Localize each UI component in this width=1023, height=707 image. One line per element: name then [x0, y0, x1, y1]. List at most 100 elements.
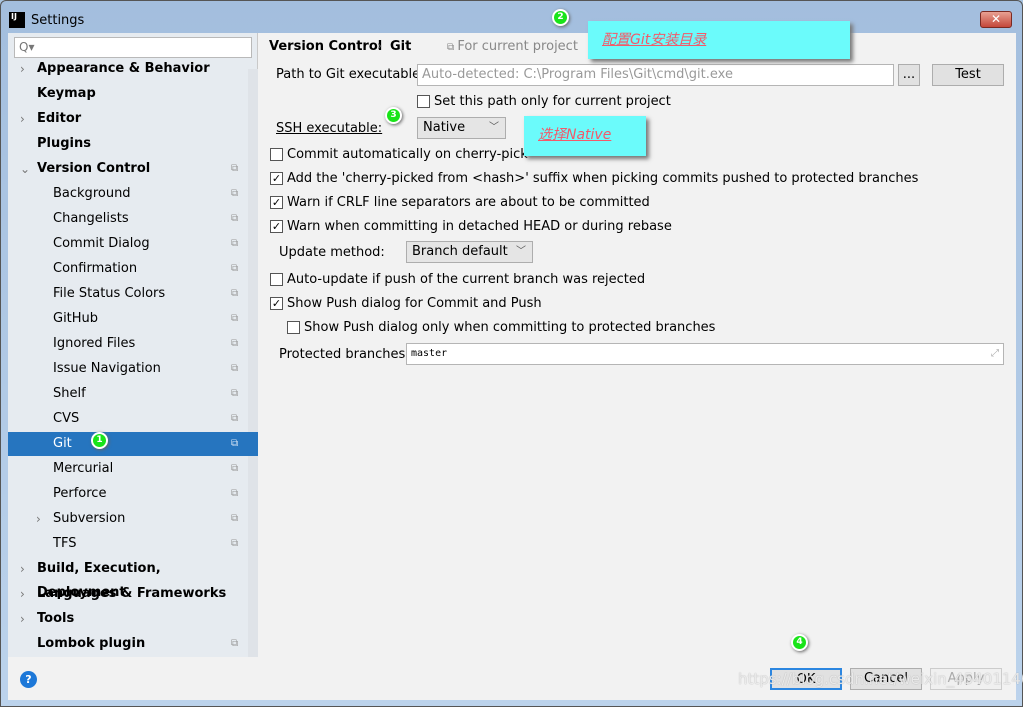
option-checkbox[interactable]: [270, 148, 283, 161]
chevron-right-icon[interactable]: ›: [20, 582, 25, 606]
sidebar-item-label: TFS: [53, 536, 77, 551]
breadcrumb-separator: ›: [377, 39, 383, 54]
sidebar-item-languages-frameworks[interactable]: › Languages & Frameworks: [8, 582, 248, 606]
sidebar-item-github[interactable]: GitHub ⧉: [8, 307, 248, 331]
option-label: Warn when committing in detached HEAD or…: [287, 219, 672, 234]
chevron-right-icon[interactable]: ›: [20, 557, 25, 581]
sidebar-item-label: Commit Dialog: [53, 236, 150, 251]
project-scope-icon: ⧉: [231, 313, 239, 324]
sidebar-item-commit-dialog[interactable]: Commit Dialog ⧉: [8, 232, 248, 256]
option-checkbox[interactable]: [270, 273, 283, 286]
scope-label: ⧉ For current project: [447, 39, 578, 54]
breadcrumb-current: Git: [390, 39, 412, 54]
settings-search-input[interactable]: Q▾: [14, 37, 252, 58]
git-path-input[interactable]: Auto-detected: C:\Program Files\Git\cmd\…: [417, 64, 894, 86]
project-scope-icon: ⧉: [231, 163, 239, 174]
sidebar-item-label: Confirmation: [53, 261, 138, 276]
option-checkbox[interactable]: ✓: [270, 196, 283, 209]
dialog-body: Q▾ › Appearance & Behavior Keymap › Editor Pl…: [8, 33, 1016, 700]
project-scope-icon: ⧉: [231, 363, 239, 374]
project-scope-icon: ⧉: [231, 338, 239, 349]
option-label: Show Push dialog for Commit and Push: [287, 296, 542, 311]
set-path-only-checkbox[interactable]: [417, 95, 430, 108]
intellij-logo: IJ: [9, 12, 25, 28]
close-button[interactable]: ✕: [980, 11, 1012, 28]
option-checkbox[interactable]: [287, 321, 300, 334]
chevron-right-icon[interactable]: ›: [20, 107, 25, 131]
sidebar-item-mercurial[interactable]: Mercurial ⧉: [8, 457, 248, 481]
sidebar-item-perforce[interactable]: Perforce ⧉: [8, 482, 248, 506]
sidebar-item-background[interactable]: Background ⧉: [8, 182, 248, 206]
chevron-right-icon[interactable]: ›: [20, 57, 25, 81]
option-label: Show Push dialog only when committing to…: [304, 320, 716, 335]
sidebar-item-version-control[interactable]: ⌄ Version Control ⧉: [8, 157, 248, 181]
sidebar-item-label: Shelf: [53, 386, 86, 401]
project-scope-icon: ⧉: [231, 413, 239, 424]
sidebar-item-label: Ignored Files: [53, 336, 136, 351]
test-button[interactable]: Test: [932, 64, 1004, 86]
option-checkbox[interactable]: ✓: [270, 220, 283, 233]
sidebar-item-keymap[interactable]: Keymap: [8, 82, 248, 106]
sidebar-item-label: Subversion: [53, 511, 126, 526]
project-scope-icon: ⧉: [231, 463, 239, 474]
sidebar-item-label: Git: [53, 436, 72, 451]
step-badge-3: 3: [385, 107, 402, 124]
expand-icon[interactable]: ⤢: [991, 344, 999, 364]
ssh-executable-select[interactable]: Native ﹀: [417, 117, 506, 139]
breadcrumb-parent[interactable]: Version Control: [269, 39, 382, 54]
protected-branches-input[interactable]: master ⤢: [406, 343, 1004, 365]
window-title: Settings: [31, 12, 85, 28]
sidebar-item-label: Perforce: [53, 486, 107, 501]
sidebar-item-changelists[interactable]: Changelists ⧉: [8, 207, 248, 231]
sidebar-item-shelf[interactable]: Shelf ⧉: [8, 382, 248, 406]
copy-icon: ⧉: [447, 42, 458, 53]
sidebar-item-subversion[interactable]: › Subversion ⧉: [8, 507, 248, 531]
protected-branches-label: Protected branches:: [279, 347, 410, 362]
project-scope-icon: ⧉: [231, 238, 239, 249]
settings-sidebar: Q▾ › Appearance & Behavior Keymap › Editor Pl…: [8, 33, 258, 657]
sidebar-item-confirmation[interactable]: Confirmation ⧉: [8, 257, 248, 281]
sidebar-item-git[interactable]: Git ⧉: [8, 432, 258, 456]
sidebar-item-plugins[interactable]: Plugins: [8, 132, 248, 156]
chevron-down-icon: ﹀: [516, 246, 526, 257]
sidebar-item-appearance-behavior[interactable]: › Appearance & Behavior: [8, 57, 248, 81]
option-checkbox[interactable]: ✓: [270, 172, 283, 185]
help-button[interactable]: ?: [20, 671, 37, 688]
option-checkbox[interactable]: ✓: [270, 297, 283, 310]
sidebar-item-issue-navigation[interactable]: Issue Navigation ⧉: [8, 357, 248, 381]
sidebar-item-lombok-plugin[interactable]: Lombok plugin ⧉: [8, 632, 248, 656]
option-label: Auto-update if push of the current branc…: [287, 272, 646, 287]
step-badge-2: 2: [552, 9, 569, 26]
sidebar-item-label: Plugins: [37, 136, 91, 151]
annotation-configure-git-path: 配置Git安装目录: [588, 21, 850, 59]
chevron-right-icon[interactable]: ›: [20, 607, 25, 631]
sidebar-item-label: CVS: [53, 411, 80, 426]
search-icon: Q▾: [19, 40, 35, 54]
sidebar-item-label: Languages & Frameworks: [37, 586, 227, 601]
sidebar-item-label: Appearance & Behavior: [37, 61, 210, 76]
sidebar-scrollbar[interactable]: [248, 69, 258, 657]
browse-button[interactable]: ...: [898, 64, 920, 86]
project-scope-icon: ⧉: [231, 438, 239, 449]
update-method-label: Update method:: [279, 245, 385, 260]
sidebar-item-label: Issue Navigation: [53, 361, 161, 376]
sidebar-item-cvs[interactable]: CVS ⧉: [8, 407, 248, 431]
project-scope-icon: ⧉: [231, 188, 239, 199]
close-icon: ✕: [990, 12, 1002, 26]
sidebar-item-editor[interactable]: › Editor: [8, 107, 248, 131]
sidebar-item-label: Lombok plugin: [37, 636, 146, 651]
update-method-select[interactable]: Branch default ﹀: [406, 241, 533, 263]
git-path-label: Path to Git executable:: [276, 67, 425, 82]
sidebar-item-tfs[interactable]: TFS ⧉: [8, 532, 248, 556]
sidebar-item-tools[interactable]: › Tools: [8, 607, 248, 631]
sidebar-item-ignored-files[interactable]: Ignored Files ⧉: [8, 332, 248, 356]
chevron-right-icon[interactable]: ›: [36, 507, 41, 531]
sidebar-item-label: File Status Colors: [53, 286, 166, 301]
project-scope-icon: ⧉: [231, 638, 239, 649]
sidebar-item-file-status-colors[interactable]: File Status Colors ⧉: [8, 282, 248, 306]
annotation-select-native: 选择Native: [524, 116, 646, 156]
project-scope-icon: ⧉: [231, 213, 239, 224]
chevron-down-icon[interactable]: ⌄: [20, 157, 30, 181]
sidebar-item-build-execution-deployment[interactable]: › Build, Execution, Deployment: [8, 557, 248, 600]
option-label: Commit automatically on cherry-pick: [287, 147, 528, 162]
